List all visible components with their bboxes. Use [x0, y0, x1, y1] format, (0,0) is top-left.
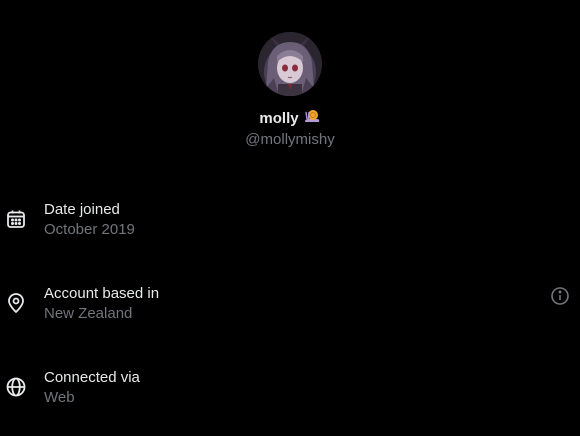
location-pin-icon	[5, 292, 27, 314]
date-joined-label: Date joined	[44, 201, 120, 218]
date-joined-row: Date joined October 2019	[0, 200, 580, 250]
profile-header: molly @mollymishy	[0, 32, 580, 148]
account-location-row: Account based in New Zealand	[0, 284, 580, 334]
snail-emoji-icon	[303, 107, 321, 130]
account-location-label: Account based in	[44, 285, 160, 302]
avatar[interactable]	[258, 32, 322, 96]
name-row: molly	[259, 107, 320, 129]
connected-via-label: Connected via	[44, 369, 140, 386]
connected-via-row: Connected via Web	[0, 368, 580, 418]
avatar-image	[258, 32, 322, 96]
info-icon[interactable]	[548, 284, 572, 308]
connected-via-value: Web	[44, 389, 75, 406]
date-joined-value: October 2019	[44, 221, 135, 238]
display-name[interactable]: molly	[259, 110, 298, 127]
calendar-icon	[5, 208, 27, 230]
username-handle[interactable]: @mollymishy	[245, 131, 334, 148]
account-location-value: New Zealand	[44, 305, 133, 322]
globe-icon	[5, 376, 27, 398]
